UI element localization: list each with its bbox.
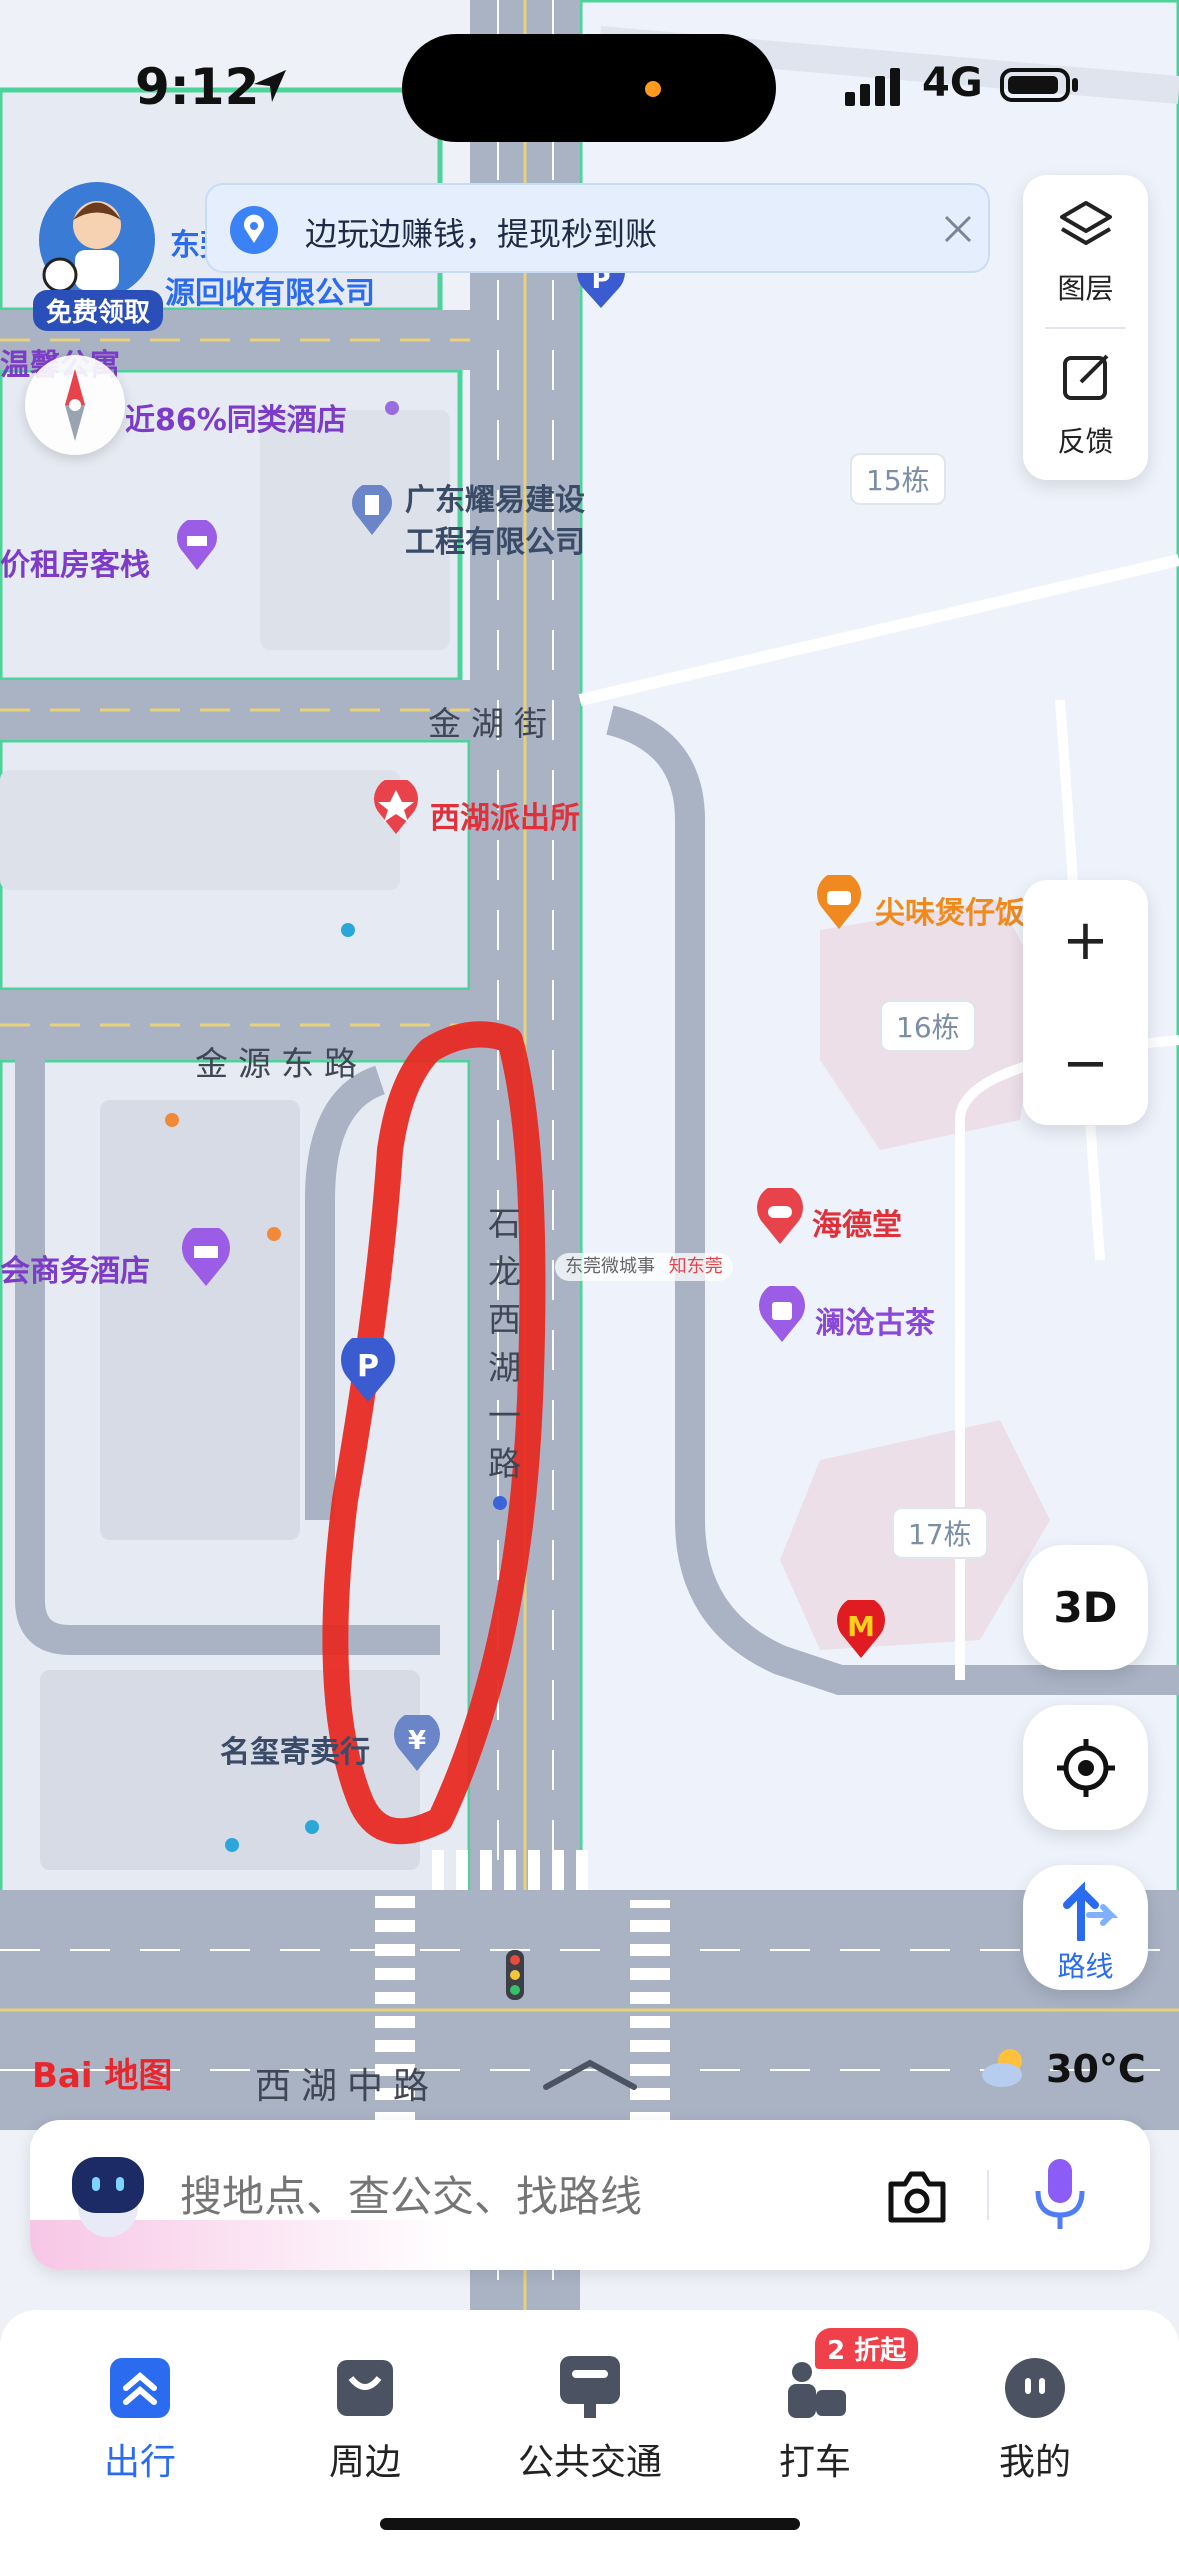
- search-bar[interactable]: [30, 2120, 1150, 2270]
- baidu-map-logo: Bai 地图: [32, 2056, 173, 2096]
- tab-taxi[interactable]: 2 折起 打车: [715, 2328, 919, 2488]
- location-pin-icon: [230, 206, 278, 254]
- police-pin-icon[interactable]: [372, 780, 420, 836]
- watermark: 东莞微城事 知东莞: [555, 1253, 733, 1281]
- tab-label: 周边: [328, 2442, 401, 2483]
- layers-feedback-panel: 图层 反馈: [1023, 175, 1148, 480]
- feedback-label: 反馈: [1057, 425, 1114, 458]
- promo-label: 免费领取: [33, 290, 163, 331]
- tab-public-transit[interactable]: 公共交通: [490, 2328, 690, 2488]
- weather-temp: 30°C: [1046, 2047, 1146, 2091]
- svg-text:¥: ¥: [408, 1726, 426, 1756]
- dynamic-island: [402, 34, 776, 142]
- tab-label: 我的: [998, 2442, 1071, 2483]
- ai-assistant-icon[interactable]: [58, 2145, 158, 2245]
- nearby-bag-icon: [337, 2360, 393, 2416]
- poi-label[interactable]: 近86%同类酒店: [125, 395, 347, 439]
- watermark-text: 知东莞: [668, 1256, 723, 1277]
- road-label: 金源东路: [195, 1044, 367, 1083]
- route-button[interactable]: 路线: [1023, 1865, 1148, 1990]
- feedback-button[interactable]: 反馈: [1023, 330, 1148, 480]
- zoom-in-button[interactable]: +: [1023, 880, 1148, 1002]
- tab-travel[interactable]: 出行: [40, 2328, 240, 2488]
- bus-stop-icon: [560, 2356, 620, 2418]
- building-label[interactable]: 17栋: [892, 1507, 988, 1559]
- soccer-kid-icon: [39, 182, 155, 298]
- banner-text: 边玩边赚钱，提现秒到账: [305, 215, 658, 253]
- map-canvas[interactable]: 东莞 源回收有限公司 温馨公寓 近86%同类酒店 广东耀易建设 工程有限公司 价…: [0, 0, 1179, 2320]
- weather-widget[interactable]: 30°C: [978, 2043, 1178, 2093]
- locate-crosshair-icon: [1057, 1739, 1115, 1797]
- parking-pin-icon[interactable]: P: [340, 1338, 396, 1404]
- microphone-icon[interactable]: [1030, 2155, 1090, 2235]
- compass-icon: [65, 369, 85, 441]
- network-type: 4G: [922, 60, 983, 106]
- status-bar: 9:12 4G: [0, 0, 1179, 150]
- watermark-text: 东莞微城事: [565, 1256, 655, 1277]
- close-icon[interactable]: [942, 213, 974, 245]
- svg-text:P: P: [357, 1349, 379, 1384]
- divider: [987, 2170, 989, 2220]
- route-label: 路线: [1057, 1950, 1114, 1983]
- partly-cloudy-icon: [982, 2049, 1022, 2087]
- search-input[interactable]: [178, 2165, 882, 2227]
- building-label[interactable]: 16栋: [880, 1000, 976, 1052]
- layers-icon: [1060, 201, 1112, 245]
- 3d-toggle-button[interactable]: 3D: [1023, 1545, 1148, 1670]
- svg-text:M: M: [847, 1610, 875, 1643]
- home-indicator: [380, 2518, 800, 2530]
- mcdonalds-pin-icon[interactable]: M: [835, 1600, 887, 1660]
- tab-label: 出行: [103, 2442, 176, 2483]
- chevron-up-icon[interactable]: [540, 2055, 640, 2095]
- layers-label: 图层: [1057, 272, 1114, 305]
- pawnshop-pin-icon[interactable]: ¥: [392, 1715, 442, 1773]
- road-label: 西湖中路: [255, 2066, 440, 2107]
- status-time: 9:12: [135, 58, 260, 116]
- hotel-pin-icon[interactable]: [180, 1228, 232, 1288]
- office-pin-icon[interactable]: [350, 485, 394, 537]
- map-background: [0, 0, 1179, 2320]
- tab-label: 打车: [778, 2442, 851, 2483]
- restaurant-pin-icon[interactable]: [815, 875, 863, 931]
- building-label[interactable]: 15栋: [850, 453, 946, 505]
- compass-button[interactable]: [25, 355, 125, 455]
- poi-label[interactable]: 西湖派出所: [430, 793, 580, 837]
- poi-label[interactable]: 工程有限公司: [405, 517, 585, 561]
- zoom-controls: + −: [1023, 880, 1148, 1125]
- profile-face-icon: [1005, 2358, 1065, 2418]
- layers-button[interactable]: 图层: [1023, 175, 1148, 325]
- locate-me-button[interactable]: [1023, 1705, 1148, 1830]
- tab-label: 公共交通: [517, 2442, 662, 2483]
- poi-label[interactable]: 会商务酒店: [0, 1246, 150, 1290]
- signal-icon: [845, 66, 905, 106]
- discount-badge: 2 折起: [815, 2328, 919, 2369]
- privacy-indicator: [645, 81, 661, 97]
- hotel-pin-icon[interactable]: [175, 520, 219, 572]
- camera-icon[interactable]: [885, 2168, 949, 2224]
- location-arrow-icon: [254, 70, 286, 102]
- poi-label[interactable]: 源回收有限公司: [165, 268, 375, 312]
- road-label: 石龙西湖一路: [488, 1204, 521, 1483]
- poi-label[interactable]: 澜沧古茶: [815, 1298, 935, 1342]
- promo-banner[interactable]: 边玩边赚钱，提现秒到账: [205, 183, 990, 273]
- poi-label[interactable]: 价租房客栈: [0, 540, 150, 584]
- promo-avatar-button[interactable]: 免费领取: [25, 180, 170, 331]
- battery-cap: [1072, 78, 1078, 92]
- poi-label[interactable]: 名玺寄卖行: [220, 1727, 370, 1771]
- road-label: 金湖街: [428, 704, 557, 743]
- pharmacy-pin-icon[interactable]: [755, 1188, 805, 1246]
- zoom-out-button[interactable]: −: [1023, 1003, 1148, 1125]
- travel-icon: [110, 2358, 170, 2418]
- route-arrow-icon: [1063, 1881, 1119, 1941]
- feedback-edit-icon: [1063, 354, 1109, 400]
- poi-label[interactable]: 海德堂: [812, 1200, 902, 1244]
- poi-label[interactable]: 尖味煲仔饭: [875, 888, 1025, 932]
- battery-icon: [1000, 68, 1070, 102]
- tab-nearby[interactable]: 周边: [265, 2328, 465, 2488]
- divider: [1045, 327, 1126, 329]
- shopping-pin-icon[interactable]: [757, 1286, 807, 1344]
- poi-label[interactable]: 广东耀易建设: [405, 475, 585, 519]
- tab-profile[interactable]: 我的: [935, 2328, 1135, 2488]
